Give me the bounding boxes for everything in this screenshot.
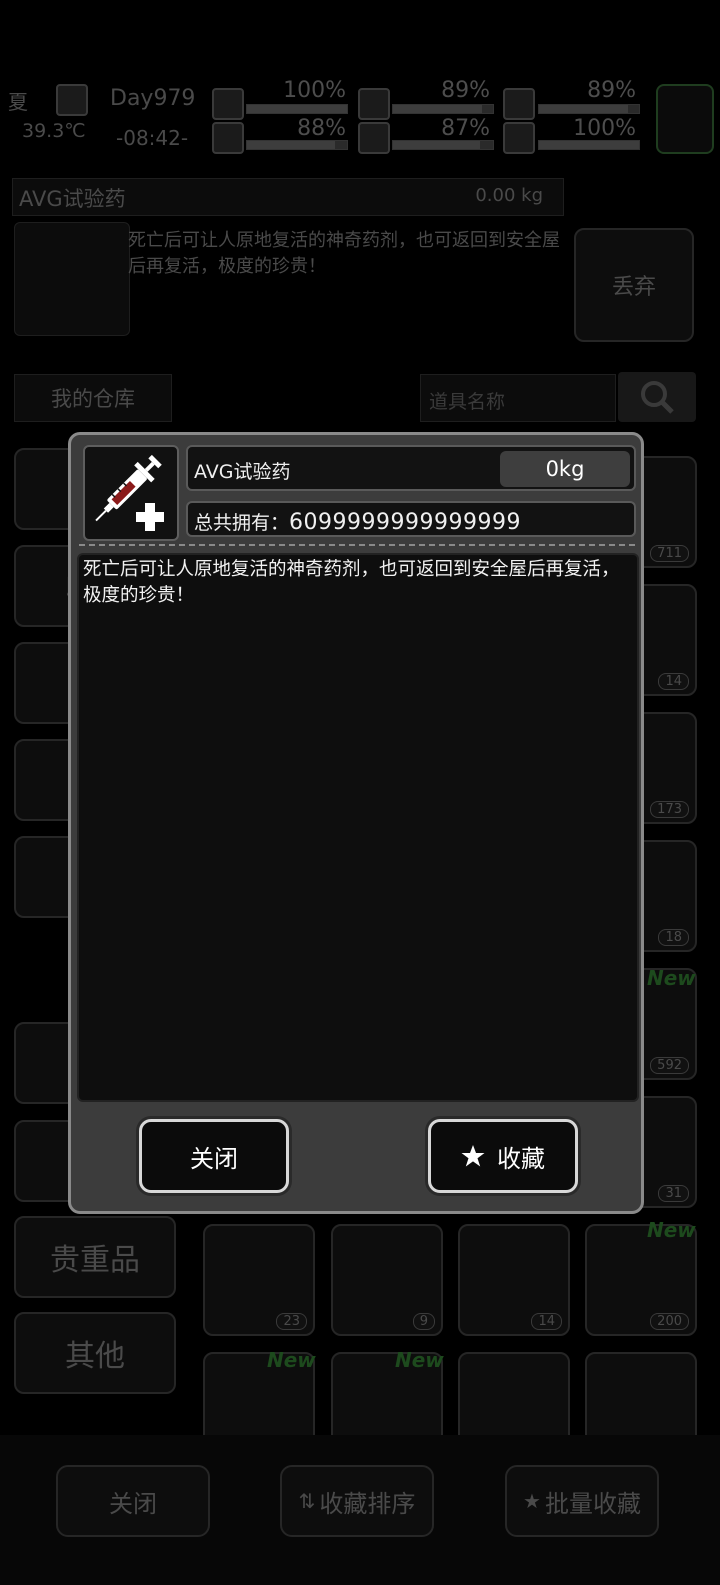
batch-favorite-button[interactable]: ★ 批量收藏	[505, 1465, 659, 1537]
owned-value: 6099999999999999	[289, 510, 521, 535]
stat-thirst-bar	[538, 104, 640, 114]
category-other[interactable]: 其他	[14, 1312, 176, 1394]
new-tag: New	[647, 966, 696, 990]
heart-icon	[503, 122, 535, 154]
close-label: 关闭	[190, 1144, 238, 1173]
stat-health-bar	[246, 104, 348, 114]
bg-item-icon	[14, 222, 130, 336]
time-label: -08:42-	[116, 126, 189, 150]
sort-favorites-button[interactable]: ⇅ 收藏排序	[280, 1465, 434, 1537]
new-tag: New	[395, 1348, 444, 1372]
weather-cloud-icon	[56, 84, 88, 116]
close-button[interactable]: 关闭	[139, 1119, 289, 1193]
bg-item-desc: 死亡后可让人原地复活的神奇药剂，也可返回到安全屋后再复活，极度的珍贵！	[128, 230, 560, 277]
slot-count: 14	[531, 1313, 562, 1330]
owned-label: 总共拥有：	[194, 512, 290, 534]
favorite-label: 收藏	[497, 1144, 545, 1173]
boot-icon	[212, 122, 244, 154]
stat-hunger-bar	[392, 104, 494, 114]
slot-count: 200	[650, 1313, 689, 1330]
search-placeholder: 道具名称	[429, 391, 506, 413]
item-name-field: AVG试验药 0kg	[186, 445, 636, 491]
stat-hunger-value: 89%	[441, 78, 490, 103]
water-drop-icon	[358, 122, 390, 154]
divider	[79, 544, 635, 546]
slot-count: 31	[658, 1185, 689, 1202]
bg-item-name: AVG试验药	[19, 187, 126, 211]
stat-mood-value: 100%	[573, 116, 636, 141]
stat-stamina-bar	[246, 140, 348, 150]
bg-close-button[interactable]: 关闭	[56, 1465, 210, 1537]
slot-count: 173	[650, 801, 689, 818]
new-tag: New	[647, 1218, 696, 1242]
slot-count: 23	[276, 1313, 307, 1330]
warehouse-tab[interactable]: 我的仓库	[14, 374, 172, 422]
stat-stamina-value: 88%	[297, 116, 346, 141]
bg-item-header: AVG试验药 0.00 kg	[12, 178, 564, 216]
inventory-slot[interactable]: 14	[458, 1224, 570, 1336]
bottle-icon	[503, 88, 535, 120]
stat-health-value: 100%	[283, 78, 346, 103]
backpack-slot[interactable]	[656, 84, 714, 154]
sort-arrows-icon: ⇅	[298, 1489, 316, 1513]
slot-count: 592	[650, 1057, 689, 1074]
inventory-slot[interactable]: 23	[203, 1224, 315, 1336]
medkit-icon	[212, 88, 244, 120]
item-weight: 0kg	[500, 451, 630, 487]
stat-water-bar	[392, 140, 494, 150]
inventory-slot[interactable]: New 200	[585, 1218, 697, 1336]
status-hud: 夏 39.3℃ Day979 -08:42- 100% 89% 89% 88% …	[0, 78, 720, 158]
bg-item-weight: 0.00 kg	[475, 185, 543, 206]
syringe-icon	[95, 454, 164, 531]
stars-icon: ★	[523, 1489, 541, 1513]
new-tag: New	[267, 1348, 316, 1372]
slot-count: 9	[412, 1313, 435, 1330]
stat-mood-bar	[538, 140, 640, 150]
item-name: AVG试验药	[194, 461, 291, 483]
stat-thirst-value: 89%	[587, 78, 636, 103]
search-button[interactable]	[618, 372, 696, 422]
stat-water-value: 87%	[441, 116, 490, 141]
search-input[interactable]: 道具名称	[420, 374, 616, 422]
owned-count-field: 总共拥有：6099999999999999	[186, 501, 636, 537]
category-valuables[interactable]: 贵重品	[14, 1216, 176, 1298]
slot-count: 711	[650, 545, 689, 562]
slot-count: 14	[658, 673, 689, 690]
day-label: Day979	[110, 86, 196, 111]
item-description: 死亡后可让人原地复活的神奇药剂，也可返回到安全屋后再复活，极度的珍贵！	[77, 553, 639, 1102]
stomach-icon	[358, 88, 390, 120]
item-detail-dialog: AVG试验药 0kg 总共拥有：6099999999999999 死亡后可让人原…	[68, 432, 644, 1214]
inventory-slot[interactable]: 9	[331, 1224, 443, 1336]
search-icon	[641, 381, 674, 414]
favorite-button[interactable]: 收藏	[428, 1119, 578, 1193]
slot-count: 18	[658, 929, 689, 946]
temperature-label: 39.3℃	[22, 120, 86, 142]
season-label: 夏	[8, 90, 28, 114]
star-icon	[461, 1145, 485, 1167]
discard-button[interactable]: 丢弃	[574, 228, 694, 342]
batch-favorite-label: 批量收藏	[544, 1489, 641, 1518]
sort-favorites-label: 收藏排序	[319, 1489, 416, 1518]
owned-count-text: 总共拥有：6099999999999999	[194, 508, 521, 535]
item-icon-frame	[83, 445, 179, 541]
